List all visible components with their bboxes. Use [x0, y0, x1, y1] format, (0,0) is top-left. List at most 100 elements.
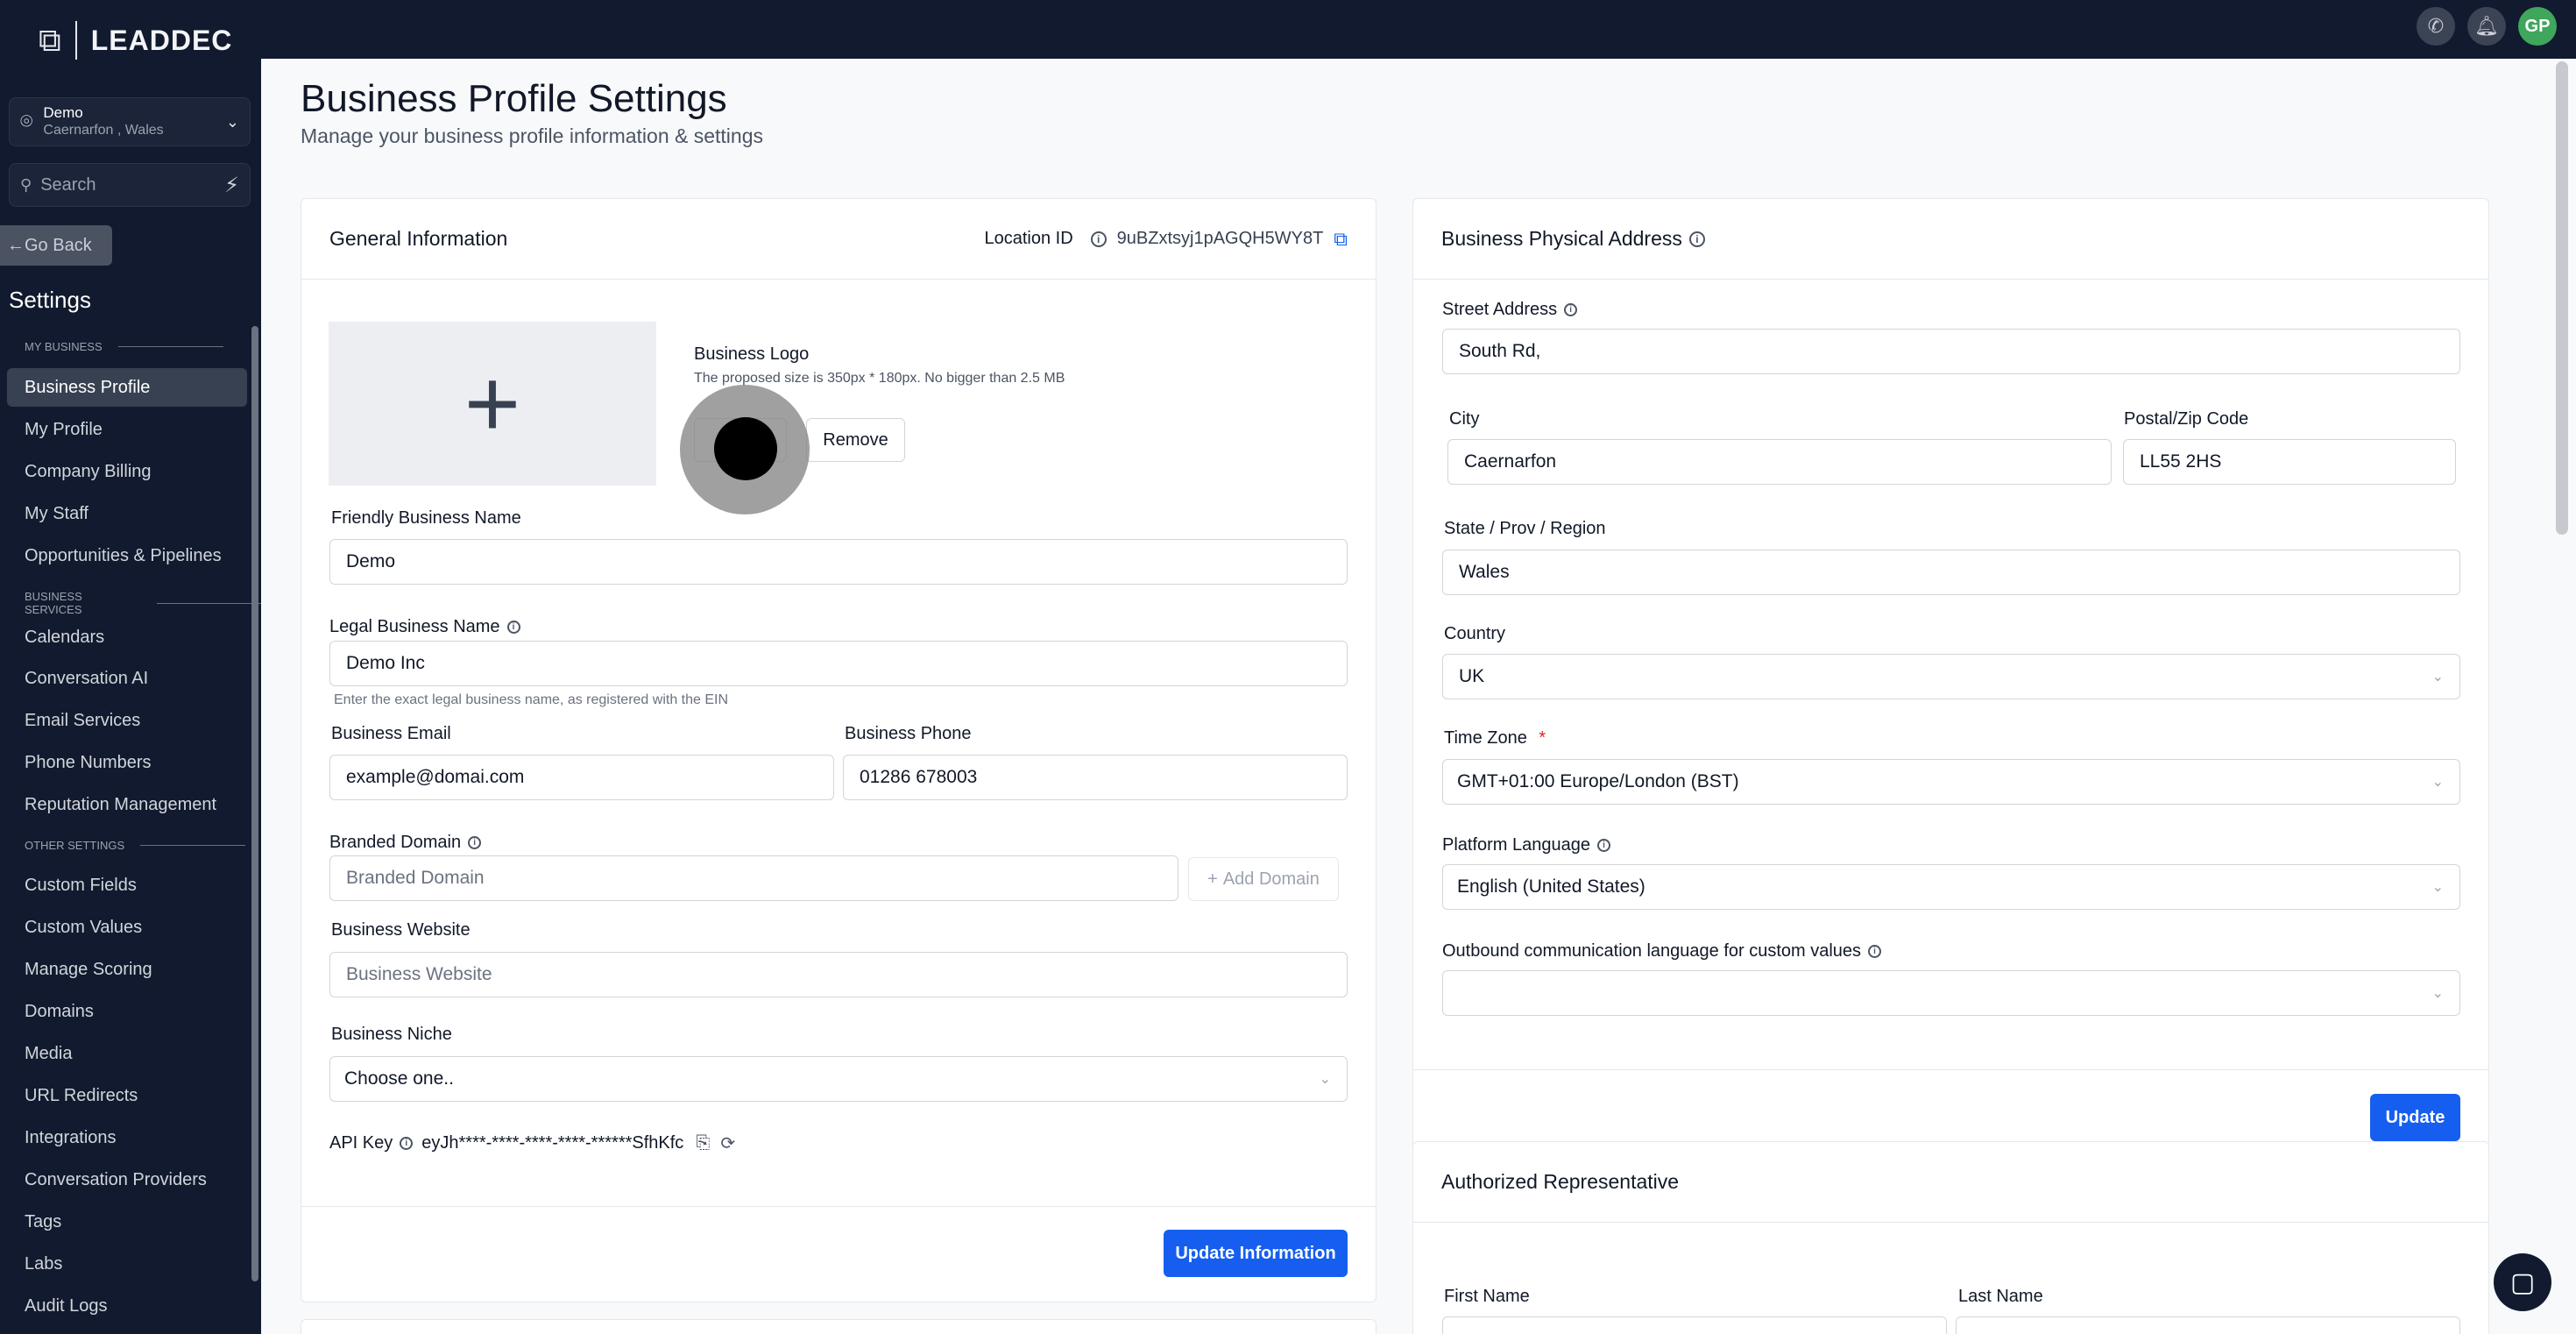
page-title: Business Profile Settings [301, 77, 727, 120]
sidebar-item-phone-numbers[interactable]: Phone Numbers [7, 743, 247, 782]
niche-label: Business Niche [331, 1025, 452, 1044]
legal-name-input[interactable]: Demo Inc [329, 641, 1348, 686]
go-back-button[interactable]: ← Go Back [0, 225, 112, 266]
sidebar-item-tags[interactable]: Tags [7, 1203, 247, 1241]
update-information-button[interactable]: Update Information [1164, 1230, 1348, 1277]
platform-language-label-text: Platform Language [1442, 835, 1591, 855]
outbound-language-label-text: Outbound communication language for cust… [1442, 941, 1862, 961]
street-label: Street Address i [1442, 300, 1578, 320]
website-input[interactable]: Business Website [329, 952, 1348, 997]
section-other-settings: OTHER SETTINGS [25, 839, 246, 852]
website-label: Business Website [331, 920, 471, 940]
country-select[interactable]: UK ⌄ [1442, 654, 2460, 699]
phone-input[interactable]: 01286 678003 [843, 755, 1348, 800]
clipboard-icon[interactable]: ⎘ [696, 1133, 710, 1153]
email-label: Business Email [331, 724, 451, 743]
chevron-down-icon: ⌄ [2431, 880, 2444, 895]
section-business-services: BUSINESS SERVICES [25, 590, 261, 616]
niche-select[interactable]: Choose one.. ⌄ [329, 1056, 1348, 1102]
branded-domain-input[interactable]: Branded Domain [329, 855, 1178, 901]
phone-label: Business Phone [845, 724, 972, 743]
sidebar-item-labs[interactable]: Labs [7, 1245, 247, 1283]
top-bar: ✆ 🔔︎ GP [261, 0, 2576, 59]
sidebar-item-manage-scoring[interactable]: Manage Scoring [7, 950, 247, 989]
state-input[interactable]: Wales [1442, 550, 2460, 595]
sidebar-item-custom-values[interactable]: Custom Values [7, 908, 247, 947]
sidebar-item-email-services[interactable]: Email Services [7, 701, 247, 740]
country-label: Country [1444, 624, 1506, 643]
info-icon[interactable]: i [1868, 945, 1882, 959]
location-switcher[interactable]: ⌾ Demo Caernarfon , Wales ⌄ [9, 97, 251, 146]
sidebar-item-audit-logs[interactable]: Audit Logs [7, 1287, 247, 1325]
sidebar-item-opportunities[interactable]: Opportunities & Pipelines [7, 536, 247, 575]
sidebar-item-integrations[interactable]: Integrations [7, 1118, 247, 1157]
update-address-button[interactable]: Update [2370, 1094, 2460, 1141]
add-domain-button[interactable]: + Add Domain [1188, 857, 1339, 901]
sidebar-item-business-profile[interactable]: Business Profile [7, 368, 247, 407]
plus-icon: + [464, 350, 521, 458]
section-label: OTHER SETTINGS [25, 839, 125, 852]
bolt-icon[interactable]: ⚡ [224, 173, 239, 198]
phone-icon[interactable]: ✆ [2417, 7, 2455, 46]
dumbbell-icon: ⧉ [39, 21, 61, 58]
email-input[interactable]: example@domai.com [329, 755, 834, 800]
info-icon[interactable]: i [1564, 303, 1578, 317]
info-icon[interactable]: i [1597, 839, 1611, 853]
country-selected-value: UK [1459, 666, 1485, 686]
sidebar-item-conversation-ai[interactable]: Conversation AI [7, 659, 247, 698]
timezone-select[interactable]: GMT+01:00 Europe/London (BST) ⌄ [1442, 759, 2460, 805]
required-mark: * [1539, 728, 1546, 748]
sidebar-item-url-redirects[interactable]: URL Redirects [7, 1076, 247, 1115]
sidebar-item-my-profile[interactable]: My Profile [7, 410, 247, 449]
user-avatar[interactable]: GP [2518, 7, 2557, 46]
sidebar-item-conversation-providers[interactable]: Conversation Providers [7, 1160, 247, 1199]
api-key-value: eyJh****-****-****-****-******SfhKfc [421, 1133, 684, 1153]
timezone-selected-value: GMT+01:00 Europe/London (BST) [1457, 771, 1739, 791]
friendly-name-label: Friendly Business Name [331, 508, 521, 528]
first-name-input[interactable] [1442, 1316, 1947, 1334]
city-input[interactable]: Caernarfon [1447, 439, 2112, 485]
add-domain-label: Add Domain [1222, 869, 1320, 889]
bell-icon[interactable]: 🔔︎ [2467, 7, 2506, 46]
sidebar-item-calendars[interactable]: Calendars [7, 618, 247, 656]
info-icon[interactable]: i [1688, 231, 1705, 247]
chat-widget-button[interactable]: ▢ [2494, 1253, 2551, 1311]
sidebar: ⧉ LEADDEC ⌾ Demo Caernarfon , Wales ⌄ ⚲ … [0, 0, 261, 1334]
chevron-down-icon: ⌄ [1319, 1072, 1331, 1087]
info-icon[interactable]: i [468, 836, 482, 850]
refresh-icon[interactable]: ⟳ [720, 1132, 735, 1154]
brand-logo[interactable]: ⧉ LEADDEC [39, 21, 232, 60]
sidebar-item-custom-fields[interactable]: Custom Fields [7, 866, 247, 905]
sidebar-item-my-staff[interactable]: My Staff [7, 494, 247, 533]
card-title: Business Physical Address [1441, 227, 1682, 250]
platform-language-selected-value: English (United States) [1457, 876, 1645, 897]
main-scrollbar[interactable] [2556, 61, 2568, 535]
first-name-label: First Name [1444, 1287, 1530, 1306]
remove-logo-button[interactable]: Remove [806, 418, 905, 462]
postal-input[interactable]: LL55 2HS [2123, 439, 2456, 485]
touch-indicator-dot [714, 417, 777, 480]
last-name-label: Last Name [1958, 1287, 2043, 1306]
friendly-name-input[interactable]: Demo [329, 539, 1348, 585]
go-back-label: Go Back [25, 235, 92, 255]
platform-language-select[interactable]: English (United States) ⌄ [1442, 864, 2460, 910]
info-icon[interactable]: i [1090, 231, 1107, 247]
sidebar-item-media[interactable]: Media [7, 1034, 247, 1073]
info-icon[interactable]: i [506, 621, 520, 635]
sidebar-search-input[interactable]: ⚲ Search ⚡ [9, 163, 251, 207]
sidebar-scrollbar[interactable] [251, 326, 258, 1281]
last-name-input[interactable] [1956, 1316, 2460, 1334]
sidebar-item-domains[interactable]: Domains [7, 992, 247, 1031]
info-icon[interactable]: i [400, 1137, 414, 1150]
section-label: MY BUSINESS [25, 340, 103, 353]
logo-upload-area[interactable]: + [329, 322, 656, 486]
sidebar-item-company-billing[interactable]: Company Billing [7, 452, 247, 491]
branded-domain-label-text: Branded Domain [329, 833, 462, 852]
next-card [301, 1319, 1376, 1334]
sidebar-item-reputation[interactable]: Reputation Management [7, 785, 247, 824]
street-input[interactable]: South Rd, [1442, 329, 2460, 374]
location-id-label: Location ID [984, 229, 1073, 248]
copy-icon[interactable]: ⧉ [1334, 228, 1348, 251]
card-divider [1413, 1069, 2488, 1070]
outbound-language-select[interactable]: ⌄ [1442, 970, 2460, 1016]
